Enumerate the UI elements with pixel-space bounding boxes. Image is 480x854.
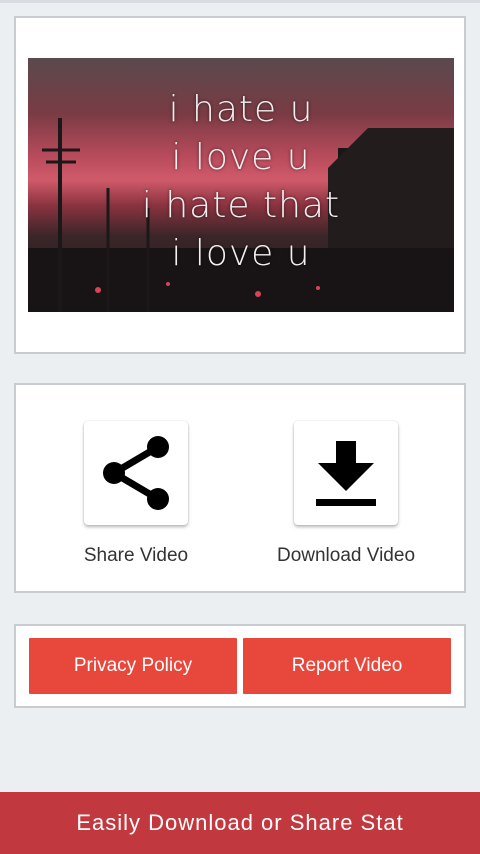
download-button[interactable] [294,421,398,525]
promo-banner[interactable]: Easily Download or Share Stat [0,792,480,854]
share-button[interactable] [84,421,188,525]
thumbnail-line: i love u [171,137,311,178]
buttons-card: Privacy Policy Report Video [14,624,466,708]
report-video-button[interactable]: Report Video [243,638,451,694]
download-icon [316,441,376,506]
status-edge [0,0,480,3]
thumbnail-line: i hate that [141,185,341,226]
actions-card: Share Video Download Video [14,383,466,593]
download-video-label: Download Video [276,545,416,566]
share-icon [103,436,169,510]
share-video-action[interactable]: Share Video [36,421,236,567]
thumbnail-line: i hate u [168,89,314,130]
video-card: i hate u i love u i hate that i love u [14,16,466,354]
thumbnail-caption: i hate u i love u i hate that i love u [28,86,454,278]
download-video-action[interactable]: Download Video [246,421,446,567]
thumbnail-line: i love u [171,233,311,274]
video-thumbnail[interactable]: i hate u i love u i hate that i love u [28,58,454,312]
share-video-label: Share Video [83,545,189,566]
privacy-policy-button[interactable]: Privacy Policy [29,638,237,694]
